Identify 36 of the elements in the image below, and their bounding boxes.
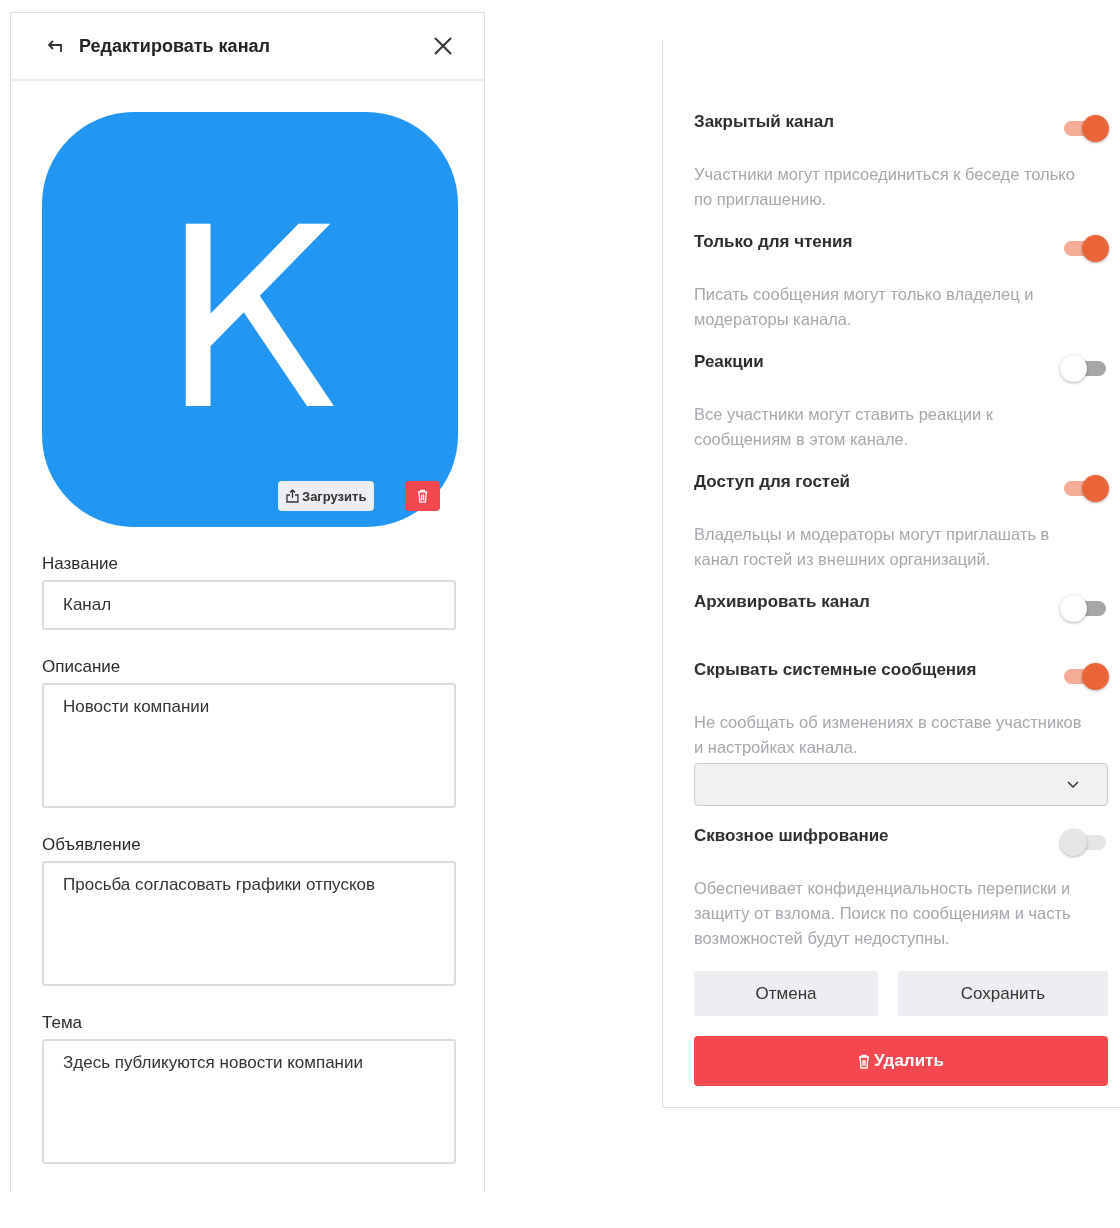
field-label: Тема xyxy=(42,1013,84,1033)
setting-description: Писать сообщения могут только владелец и модераторы канала. xyxy=(694,284,1035,330)
setting-label: Скрывать системные сообщения xyxy=(694,660,977,680)
setting-description: Не сообщать об изменениях в составе участников и настройках канала. xyxy=(694,712,1083,758)
avatar-letter: К xyxy=(161,194,339,445)
cancel-button[interactable]: Отмена xyxy=(694,971,878,1016)
setting-label: Сквозное шифрование xyxy=(694,826,889,846)
setting-label: Доступ для гостей xyxy=(694,472,851,492)
setting-label: Архивировать канал xyxy=(694,592,870,612)
setting-description: Обеспечивает конфиденциальность переписки и защиту от взлома. Поиск по сообщениям и часть возможностей будут недоступны. xyxy=(694,878,1072,949)
setting-description: Участники могут присоединиться к беседе только по приглашению. xyxy=(694,164,1076,210)
setting-description: Владельцы и модераторы могут приглашать в канал гостей из внешних организаций. xyxy=(694,524,1051,570)
upload-button[interactable]: Загрузить xyxy=(278,481,375,511)
text-area[interactable]: Здесь публикуются новости компании xyxy=(42,1039,456,1164)
toggle-switch[interactable] xyxy=(1060,594,1108,622)
upload-icon xyxy=(286,489,299,503)
field-label: Описание xyxy=(42,657,122,677)
panel-title: Редактировать канал xyxy=(79,35,271,57)
trash-icon xyxy=(416,489,429,503)
chevron-icon xyxy=(1067,780,1079,789)
close-icon[interactable] xyxy=(434,37,452,55)
input-field[interactable]: Канал xyxy=(42,580,456,630)
save-button[interactable]: Сохранить xyxy=(898,971,1108,1016)
setting-description: Все участники могут ставить реакции к сообщениям в этом канале. xyxy=(694,404,995,450)
field-label: Объявление xyxy=(42,835,142,855)
back-icon[interactable] xyxy=(47,39,65,53)
setting-label: Закрытый канал xyxy=(694,112,835,132)
text-area[interactable]: Просьба согласовать графики отпусков xyxy=(42,861,456,986)
text-area[interactable]: Новости компании xyxy=(42,683,456,808)
delete-button[interactable]: Удалить xyxy=(694,1036,1108,1086)
setting-label: Реакции xyxy=(694,352,764,372)
field-label: Название xyxy=(42,554,119,574)
trash-icon xyxy=(858,1053,871,1069)
setting-label: Только для чтения xyxy=(694,232,853,252)
delete-avatar-button[interactable] xyxy=(405,481,440,511)
toggle-switch[interactable] xyxy=(1060,354,1108,382)
